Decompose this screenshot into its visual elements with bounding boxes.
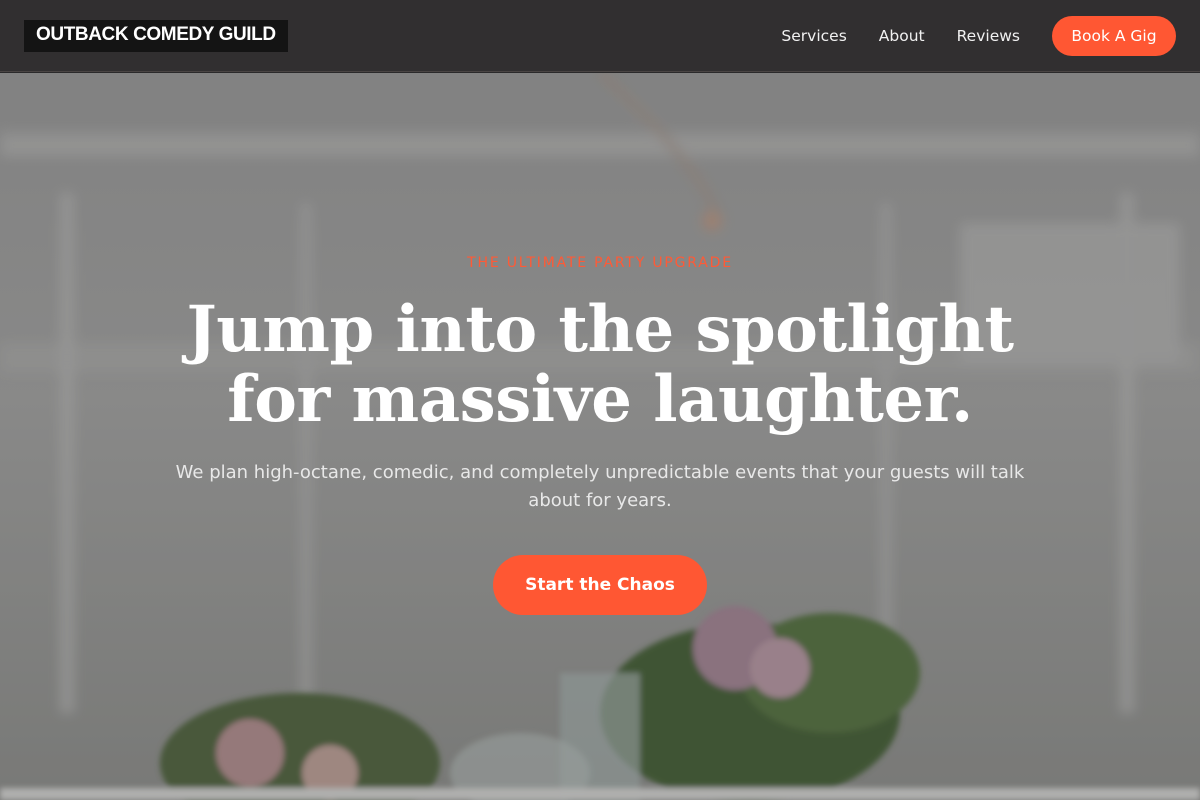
book-a-gig-button[interactable]: Book A Gig <box>1052 15 1176 56</box>
top-navigation: OUTBACK COMEDY GUILD Services About Revi… <box>0 0 1200 72</box>
nav-links: Services About Reviews Book A Gig <box>781 15 1176 56</box>
hero-headline-line-1: Jump into the spotlight <box>186 292 1014 367</box>
site-logo[interactable]: OUTBACK COMEDY GUILD <box>24 19 288 52</box>
nav-link-services[interactable]: Services <box>781 27 846 45</box>
start-the-chaos-button[interactable]: Start the Chaos <box>493 555 707 615</box>
hero-headline: Jump into the spotlight for massive laug… <box>150 295 1050 435</box>
nav-link-about[interactable]: About <box>879 27 925 45</box>
hero-section: THE ULTIMATE PARTY UPGRADE Jump into the… <box>0 73 1200 800</box>
hero-eyebrow: THE ULTIMATE PARTY UPGRADE <box>467 255 733 271</box>
hero-subtext: We plan high-octane, comedic, and comple… <box>175 462 1025 511</box>
hero-content: THE ULTIMATE PARTY UPGRADE Jump into the… <box>0 73 1200 800</box>
nav-link-reviews[interactable]: Reviews <box>957 27 1020 45</box>
hero-headline-line-2: for massive laughter. <box>227 362 973 437</box>
